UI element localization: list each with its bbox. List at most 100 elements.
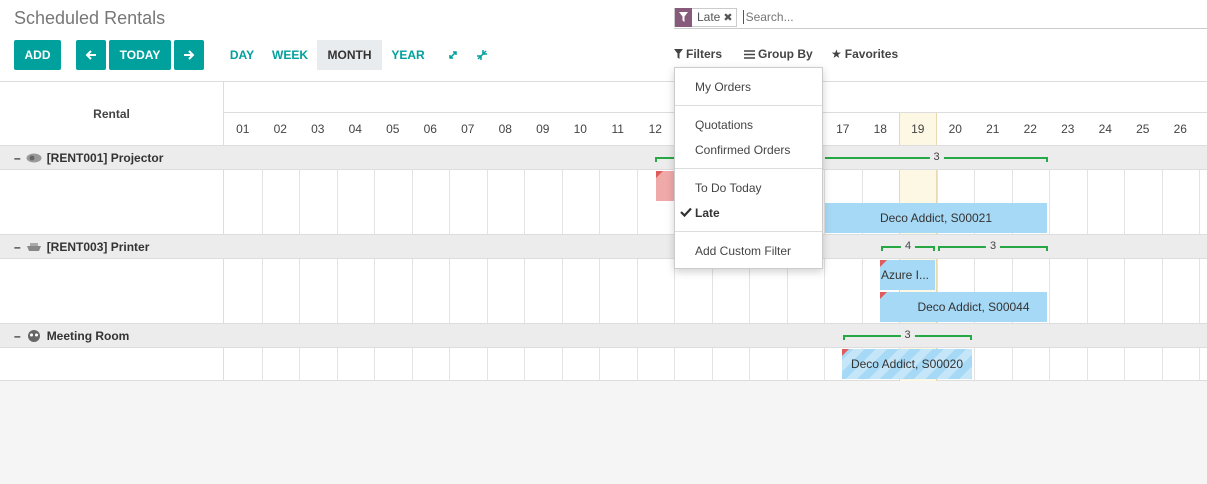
filters-label: Filters [686,47,723,61]
grid-line [1161,259,1163,324]
divider [675,168,822,169]
gantt-pill[interactable]: Deco Addict, S00044 [880,292,1047,322]
add-button[interactable]: ADD [14,40,61,70]
grid-line [749,348,750,381]
gantt-pill[interactable]: Azure I... [880,260,935,290]
day-header-cell: 22 [1023,122,1037,136]
group-name: [RENT001] Projector [46,151,164,165]
grid-line [449,170,450,235]
group-label: – Meeting Room [14,324,129,348]
expand-icon [449,51,457,59]
scale-week[interactable]: WEEK [266,40,314,70]
day-header-cell: 21 [986,122,1000,136]
today-button[interactable]: TODAY [109,40,171,70]
grid-line [1086,348,1088,381]
filters-button[interactable]: Filters [674,47,722,61]
printer-icon [26,243,41,251]
grid-line [674,348,675,381]
filter-late[interactable]: Late [675,202,822,224]
day-header-cell: 04 [348,122,362,136]
grid-line [486,348,488,381]
collapse-rows-button[interactable] [471,40,493,70]
aggregate-count: 3 [825,151,1048,163]
grid-line [411,259,413,324]
add-custom-filter[interactable]: Add Custom Filter [675,240,822,262]
day-header-cell: 09 [536,122,550,136]
day-header-cell: 26 [1173,122,1187,136]
grid-line [561,259,563,324]
gantt-pill[interactable]: Deco Addict, S00020 [842,349,972,379]
group-row-printer[interactable]: – [RENT003] Printer 4 3 [0,234,1207,259]
divider [675,231,822,232]
aggregate-count: 4 [881,240,935,252]
arrow-right-icon [184,50,195,60]
grid-line [374,348,375,381]
day-header-cell: 24 [1098,122,1112,136]
filter-quotations[interactable]: Quotations [675,114,822,136]
grid-line [524,348,525,381]
aggregate-line [655,152,675,162]
grid-line [974,348,975,381]
grid-line [449,259,450,324]
grid-line [336,259,338,324]
remove-facet-icon[interactable]: ✖ [723,11,735,24]
grid-line [261,348,263,381]
day-header-cell: 17 [836,122,850,136]
gantt-pill[interactable] [656,171,674,201]
filter-confirmed-orders[interactable]: Confirmed Orders [675,139,822,161]
day-header-cell: 19 [899,113,937,145]
facet-label: Late [697,10,721,24]
filter-to-do-today[interactable]: To Do Today [675,177,822,199]
scale-day[interactable]: DAY [224,40,260,70]
grid-line [599,170,600,235]
page-title: Scheduled Rentals [14,8,166,28]
filter-icon [675,7,692,27]
grid-line [486,259,488,324]
grid-line [861,259,863,324]
arrow-left-icon [85,50,96,60]
grid-line [1011,348,1013,381]
group-row-meeting-room[interactable]: – Meeting Room 3 [0,323,1207,348]
next-button[interactable] [174,40,204,70]
grid-line [561,348,563,381]
expand-rows-button[interactable] [442,40,464,70]
grid-line [486,170,488,235]
day-header-cell: 01 [236,122,250,136]
grid-line [449,348,450,381]
search-input[interactable] [742,10,1043,24]
day-header-cell: 12 [648,122,662,136]
gantt-row-printer[interactable]: Azure I... Deco Addict, S00044 [0,259,1207,324]
grid-line [599,348,600,381]
filters-dropdown: My Orders Quotations Confirmed Orders To… [674,67,823,269]
gantt-row-meeting-room[interactable]: Deco Addict, S00020 [0,348,1207,381]
search-facet[interactable]: Late ✖ [674,7,737,27]
group-by-button[interactable]: Group By [744,47,813,61]
check-icon [680,207,692,218]
filter-my-orders[interactable]: My Orders [675,76,822,98]
grid-line [1049,348,1050,381]
day-header-cell: 03 [311,122,325,136]
previous-button[interactable] [76,40,106,70]
divider [675,105,822,106]
day-header-cell: 05 [386,122,400,136]
group-row-projector[interactable]: – [RENT001] Projector 3 [0,145,1207,170]
group-name: [RENT003] Printer [46,240,150,254]
rental-column-header: Rental [0,82,224,145]
group-by-label: Group By [758,47,813,61]
grid-line [1049,259,1050,324]
grid-line [524,170,525,235]
grid-line [336,348,338,381]
group-name: Meeting Room [46,329,130,343]
grid-line [374,170,375,235]
grid-line [1199,348,1200,381]
scale-year[interactable]: YEAR [386,40,430,70]
scale-month[interactable]: MONTH [317,40,382,70]
gantt-pill[interactable]: Deco Addict, S00021 [825,203,1047,233]
gantt-row-projector[interactable]: Deco Addict, S00021 [0,170,1207,235]
day-header-cell: 18 [873,122,887,136]
grid-line [411,348,413,381]
grid-line [561,170,563,235]
day-header-cell: 02 [273,122,287,136]
favorites-button[interactable]: ★ Favorites [831,47,898,61]
collapse-icon: – [14,329,21,343]
